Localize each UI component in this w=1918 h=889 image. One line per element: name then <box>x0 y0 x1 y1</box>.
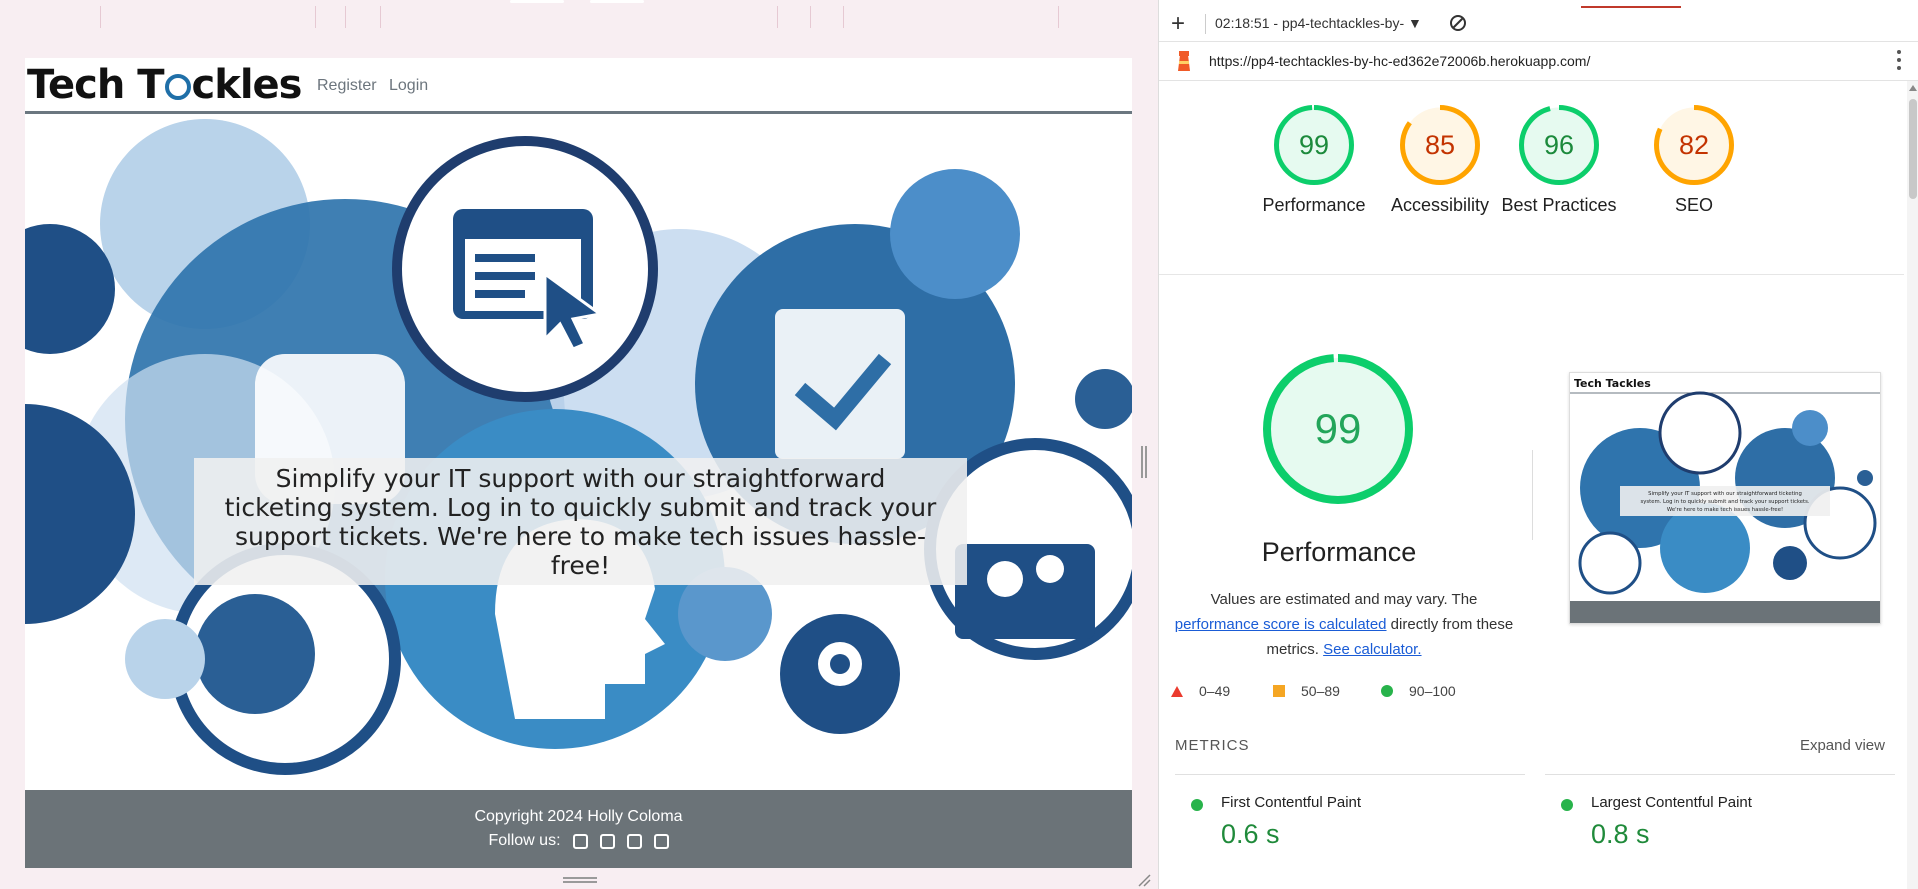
metric-name: Largest Contentful Paint <box>1591 794 1752 811</box>
lighthouse-icon <box>1178 51 1190 71</box>
url-bar: https://pp4-techtackles-by-hc-ed362e7200… <box>1159 42 1918 81</box>
lighthouse-toolbar: + 02:18:51 - pp4-techtackles-by- ▼ <box>1159 6 1918 42</box>
viewport-corner-resize-handle[interactable] <box>1137 873 1151 887</box>
page-screenshot-thumbnail[interactable]: Tech Tackles Simplify your IT support wi… <box>1569 372 1881 624</box>
thumbnail-image: Tech Tackles Simplify your IT support wi… <box>1570 373 1880 623</box>
dropdown-arrow-icon: ▼ <box>1408 15 1422 31</box>
viewport-width-resize-handle[interactable] <box>1141 446 1147 478</box>
nav-register-link[interactable]: Register <box>317 77 377 95</box>
host-top-strip <box>0 0 1160 30</box>
plus-icon[interactable]: + <box>1171 10 1185 38</box>
score-accessibility[interactable]: 85 Accessibility <box>1375 105 1505 218</box>
copyright-text: Copyright 2024 Holly Coloma <box>474 808 683 825</box>
score-label: Accessibility <box>1390 195 1490 215</box>
score-legend: 0–49 50–89 90–100 <box>1171 683 1531 703</box>
score-label: SEO <box>1674 195 1713 215</box>
score-seo[interactable]: 82 SEO <box>1629 105 1759 218</box>
score-label: Performance <box>1262 195 1366 215</box>
follow-us-label: Follow us: <box>488 832 561 849</box>
hero-message: Simplify your IT support with our straig… <box>194 458 967 585</box>
metric-name: First Contentful Paint <box>1221 794 1362 811</box>
site-footer: Copyright 2024 Holly Coloma Follow us: <box>25 790 1132 868</box>
fail-triangle-icon <box>1171 686 1183 697</box>
score-summary: 99 Performance 85 Accessibility 96 Best … <box>1159 81 1904 275</box>
facebook-icon[interactable] <box>572 833 588 849</box>
hero-illustration <box>25 114 1132 790</box>
svg-text:We're here to make tech issues: We're here to make tech issues hassle-fr… <box>1667 507 1783 513</box>
svg-text:Simplify your IT support with: Simplify your IT support with our straig… <box>1648 491 1802 497</box>
metrics-header: METRICS Expand view <box>1175 737 1885 754</box>
site-logo[interactable]: Tech Tckles <box>27 62 302 108</box>
performance-note: Values are estimated and may vary. The p… <box>1174 591 1514 658</box>
svg-text:system. Log in to quickly subm: system. Log in to quickly submit and tra… <box>1640 499 1809 505</box>
score-best-practices[interactable]: 96 Best Practices <box>1501 105 1617 218</box>
performance-gauge: 99 <box>1263 354 1413 504</box>
performance-title: Performance <box>1261 537 1417 567</box>
average-square-icon <box>1273 685 1285 697</box>
nav-login-link[interactable]: Login <box>389 77 428 95</box>
svg-text:Tech Tackles: Tech Tackles <box>1574 377 1651 390</box>
pass-circle-icon <box>1561 799 1573 811</box>
metric-largest-contentful-paint: Largest Contentful Paint 0.8 s <box>1545 774 1895 855</box>
metric-value: 0.8 s <box>1591 819 1650 849</box>
expand-view-toggle[interactable]: Expand view <box>1800 737 1885 754</box>
site-navbar: Tech Tckles Register Login <box>25 58 1132 114</box>
pass-circle-icon <box>1381 685 1393 697</box>
score-calculated-link[interactable]: performance score is calculated <box>1175 616 1387 633</box>
panel-scrollbar[interactable] <box>1907 81 1918 889</box>
gear-logo-icon <box>164 74 191 100</box>
audited-url[interactable]: https://pp4-techtackles-by-hc-ed362e7200… <box>1209 53 1590 69</box>
site-preview: Tech Tckles Register Login Simplify your… <box>25 58 1132 868</box>
report-selector[interactable]: 02:18:51 - pp4-techtackles-by- ▼ <box>1215 15 1422 31</box>
pass-circle-icon <box>1191 799 1203 811</box>
more-options-icon[interactable] <box>1897 50 1901 74</box>
lighthouse-panel: + 02:18:51 - pp4-techtackles-by- ▼ https… <box>1158 0 1918 889</box>
metric-first-contentful-paint: First Contentful Paint 0.6 s <box>1175 774 1525 855</box>
youtube-icon[interactable] <box>653 833 669 849</box>
clear-icon[interactable] <box>1449 14 1467 32</box>
twitter-icon[interactable] <box>599 833 615 849</box>
viewport-height-resize-handle[interactable] <box>563 877 597 883</box>
metric-value: 0.6 s <box>1221 819 1280 849</box>
instagram-icon[interactable] <box>626 833 642 849</box>
score-performance[interactable]: 99 Performance <box>1249 105 1379 218</box>
see-calculator-link[interactable]: See calculator. <box>1323 641 1421 658</box>
follow-us-row: Follow us: <box>25 832 1132 850</box>
score-label: Best Practices <box>1501 195 1617 215</box>
hero-banner: Simplify your IT support with our straig… <box>25 114 1132 790</box>
